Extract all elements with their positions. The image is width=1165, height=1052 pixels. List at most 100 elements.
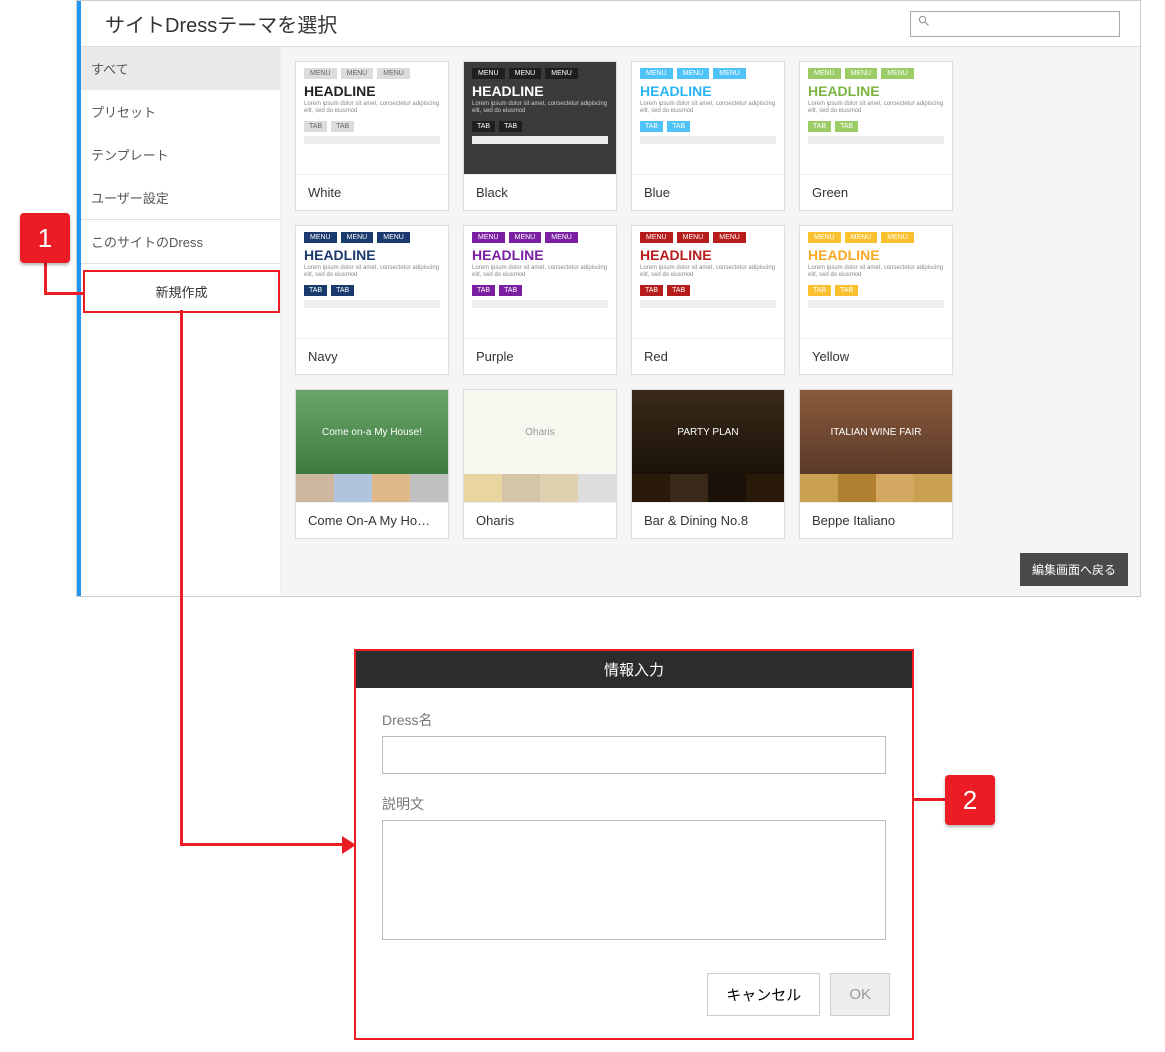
menu-pill: MENU <box>677 232 710 243</box>
theme-label: Oharis <box>464 502 616 538</box>
tab-pill: TAB <box>304 285 327 296</box>
menu-pill: MENU <box>509 232 542 243</box>
menu-pill: MENU <box>304 68 337 79</box>
menu-pill: MENU <box>377 232 410 243</box>
preview-lorem: Lorem ipsum dolor sit amet, consectetur … <box>304 101 440 115</box>
theme-card[interactable]: MENUMENUMENUHEADLINELorem ipsum dolor si… <box>295 61 449 211</box>
theme-label: Black <box>464 174 616 210</box>
preview-bottom-bar <box>808 300 944 308</box>
preview-lorem: Lorem ipsum dolor sit amet, consectetur … <box>472 265 608 279</box>
tab-pill: TAB <box>331 285 354 296</box>
sidebar-separator <box>77 263 280 264</box>
theme-card[interactable]: MENUMENUMENUHEADLINELorem ipsum dolor si… <box>463 61 617 211</box>
tab-pill: TAB <box>808 285 831 296</box>
menu-pill: MENU <box>472 68 505 79</box>
preview-headline: HEADLINE <box>640 247 776 263</box>
dress-name-input[interactable] <box>382 736 886 774</box>
menu-pill: MENU <box>845 68 878 79</box>
preview-thumbs <box>464 474 616 502</box>
description-label: 説明文 <box>382 794 886 814</box>
menu-pill: MENU <box>304 232 337 243</box>
menu-pill: MENU <box>677 68 710 79</box>
preview-bottom-bar <box>640 136 776 144</box>
theme-card[interactable]: Oharis Oharis <box>463 389 617 539</box>
theme-label: Navy <box>296 338 448 374</box>
sidebar-item[interactable]: テンプレート <box>77 133 280 176</box>
app-header: サイトDressテーマを選択 <box>77 1 1140 47</box>
theme-label: Red <box>632 338 784 374</box>
preview-headline: HEADLINE <box>304 247 440 263</box>
preview-headline: HEADLINE <box>472 83 608 99</box>
tab-pill: TAB <box>835 121 858 132</box>
theme-card[interactable]: Come on-a My House! Come On-A My Ho… <box>295 389 449 539</box>
preview-headline: HEADLINE <box>640 83 776 99</box>
menu-pill: MENU <box>341 68 374 79</box>
dialog-title: 情報入力 <box>356 651 912 688</box>
menu-pill: MENU <box>377 68 410 79</box>
search-box[interactable] <box>910 11 1120 37</box>
preview-bottom-bar <box>304 136 440 144</box>
preview-lorem: Lorem ipsum dolor sit amet, consectetur … <box>304 265 440 279</box>
theme-card[interactable]: MENUMENUMENUHEADLINELorem ipsum dolor si… <box>463 225 617 375</box>
page-title: サイトDressテーマを選択 <box>105 9 337 38</box>
preview-lorem: Lorem ipsum dolor sit amet, consectetur … <box>640 265 776 279</box>
annotation-callout-2: 2 <box>945 775 995 825</box>
preview-thumbs <box>632 474 784 502</box>
back-to-editor-button[interactable]: 編集画面へ戻る <box>1020 553 1128 586</box>
search-input[interactable] <box>935 17 1113 31</box>
preview-lorem: Lorem ipsum dolor sit amet, consectetur … <box>640 101 776 115</box>
preview-hero: Come on-a My House! <box>296 390 448 474</box>
preview-headline: HEADLINE <box>304 83 440 99</box>
theme-card[interactable]: MENUMENUMENUHEADLINELorem ipsum dolor si… <box>295 225 449 375</box>
theme-card[interactable]: MENUMENUMENUHEADLINELorem ipsum dolor si… <box>799 225 953 375</box>
preview-lorem: Lorem ipsum dolor sit amet, consectetur … <box>808 101 944 115</box>
preview-bottom-bar <box>808 136 944 144</box>
theme-label: Yellow <box>800 338 952 374</box>
theme-grid-area: MENUMENUMENUHEADLINELorem ipsum dolor si… <box>281 47 1140 597</box>
theme-card[interactable]: MENUMENUMENUHEADLINELorem ipsum dolor si… <box>799 61 953 211</box>
preview-headline: HEADLINE <box>808 83 944 99</box>
tab-pill: TAB <box>835 285 858 296</box>
tab-pill: TAB <box>640 121 663 132</box>
tab-pill: TAB <box>331 121 354 132</box>
preview-thumbs <box>296 474 448 502</box>
create-new-button[interactable]: 新規作成 <box>83 270 280 313</box>
theme-card[interactable]: ITALIAN WINE FAIR Beppe Italiano <box>799 389 953 539</box>
theme-card[interactable]: MENUMENUMENUHEADLINELorem ipsum dolor si… <box>631 225 785 375</box>
cancel-button[interactable]: キャンセル <box>707 973 820 1016</box>
description-textarea[interactable] <box>382 820 886 940</box>
preview-lorem: Lorem ipsum dolor sit amet, consectetur … <box>808 265 944 279</box>
menu-pill: MENU <box>640 232 673 243</box>
sidebar-item[interactable]: プリセット <box>77 90 280 133</box>
preview-hero: ITALIAN WINE FAIR <box>800 390 952 474</box>
tab-pill: TAB <box>499 285 522 296</box>
sidebar-item-site-dress[interactable]: このサイトのDress <box>77 220 280 263</box>
theme-label: White <box>296 174 448 210</box>
sidebar-item[interactable]: すべて <box>77 47 280 90</box>
ok-button[interactable]: OK <box>830 973 890 1016</box>
theme-label: Come On-A My Ho… <box>296 502 448 538</box>
annotation-callout-1: 1 <box>20 213 70 263</box>
menu-pill: MENU <box>808 232 841 243</box>
menu-pill: MENU <box>808 68 841 79</box>
sidebar-item[interactable]: ユーザー設定 <box>77 176 280 219</box>
theme-card[interactable]: PARTY PLAN Bar & Dining No.8 <box>631 389 785 539</box>
preview-hero: PARTY PLAN <box>632 390 784 474</box>
theme-label: Bar & Dining No.8 <box>632 502 784 538</box>
theme-label: Beppe Italiano <box>800 502 952 538</box>
preview-hero: Oharis <box>464 390 616 474</box>
menu-pill: MENU <box>341 232 374 243</box>
menu-pill: MENU <box>472 232 505 243</box>
annotation-connector <box>44 292 84 295</box>
menu-pill: MENU <box>845 232 878 243</box>
theme-card[interactable]: MENUMENUMENUHEADLINELorem ipsum dolor si… <box>631 61 785 211</box>
preview-bottom-bar <box>640 300 776 308</box>
menu-pill: MENU <box>881 232 914 243</box>
menu-pill: MENU <box>881 68 914 79</box>
tab-pill: TAB <box>472 285 495 296</box>
tab-pill: TAB <box>640 285 663 296</box>
info-input-dialog: 情報入力 Dress名 説明文 キャンセル OK <box>354 649 914 1040</box>
annotation-connector <box>180 310 183 845</box>
tab-pill: TAB <box>499 121 522 132</box>
preview-bottom-bar <box>472 136 608 144</box>
